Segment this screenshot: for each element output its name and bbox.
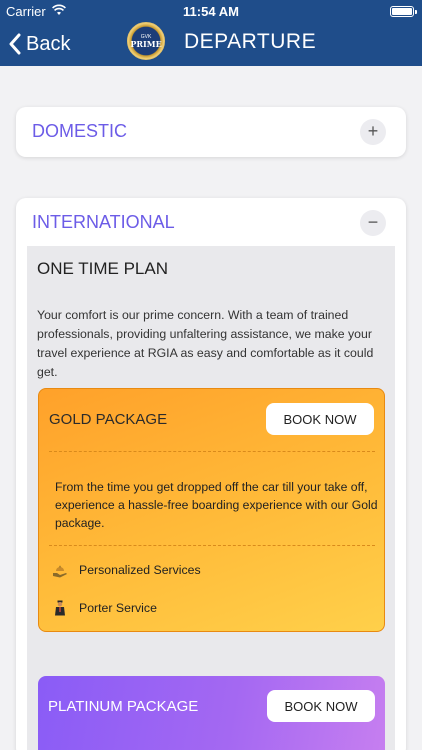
back-button[interactable]: Back xyxy=(8,28,70,60)
plan-description: Your comfort is our prime concern. With … xyxy=(37,308,374,379)
feature-label: Personalized Services xyxy=(79,563,201,577)
expand-plus-icon[interactable]: + xyxy=(360,119,386,145)
back-label: Back xyxy=(26,32,71,55)
battery-icon xyxy=(390,6,417,17)
divider xyxy=(49,545,375,546)
feature-label: Porter Service xyxy=(79,601,157,615)
platinum-book-now-button[interactable]: BOOK NOW xyxy=(267,690,375,722)
page-title: DEPARTURE xyxy=(184,30,317,53)
gold-package-card: GOLD PACKAGE BOOK NOW From the time you … xyxy=(38,388,385,632)
feature-porter-service: Porter Service xyxy=(51,597,157,619)
top-bar: Carrier 11:54 AM Back GVK PRIME DEPARTUR… xyxy=(0,0,422,66)
gold-package-description: From the time you get dropped off the ca… xyxy=(55,480,378,530)
domestic-header[interactable]: DOMESTIC + xyxy=(16,107,406,157)
one-time-plan-section: ONE TIME PLAN Your comfort is our prime … xyxy=(27,246,395,750)
prime-logo: GVK PRIME xyxy=(127,22,165,60)
divider xyxy=(49,451,375,452)
nav-bar: Back GVK PRIME DEPARTURE xyxy=(0,22,422,66)
international-accordion: INTERNATIONAL − ONE TIME PLAN Your comfo… xyxy=(16,198,406,750)
collapse-minus-icon[interactable]: − xyxy=(360,210,386,236)
international-title: INTERNATIONAL xyxy=(32,212,175,232)
porter-icon xyxy=(55,600,65,616)
gold-package-name: GOLD PACKAGE xyxy=(49,411,168,428)
platinum-package-card: PLATINUM PACKAGE BOOK NOW xyxy=(38,676,385,750)
international-header[interactable]: INTERNATIONAL − xyxy=(16,198,406,248)
service-hand-icon xyxy=(53,565,67,578)
domestic-accordion[interactable]: DOMESTIC + xyxy=(16,107,406,157)
status-time: 11:54 AM xyxy=(183,4,239,19)
domestic-title: DOMESTIC xyxy=(32,121,128,141)
chevron-left-icon xyxy=(9,33,21,55)
gold-book-now-button[interactable]: BOOK NOW xyxy=(266,403,374,435)
status-bar: Carrier 11:54 AM xyxy=(0,0,422,22)
feature-personalized-services: Personalized Services xyxy=(51,559,201,581)
platinum-package-name: PLATINUM PACKAGE xyxy=(48,698,199,715)
plan-title: ONE TIME PLAN xyxy=(37,259,168,278)
